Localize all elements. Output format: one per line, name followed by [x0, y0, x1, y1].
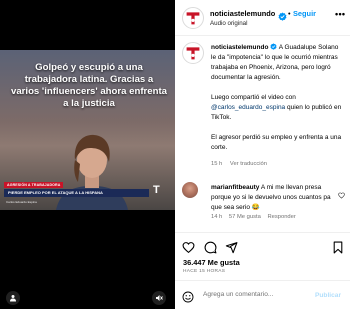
header-separator: •: [288, 9, 291, 18]
caption-time[interactable]: 15 h: [211, 161, 222, 167]
post-caption: noticiastelemundo A Guadalupe Solano le …: [211, 43, 344, 163]
like-heart-icon[interactable]: [182, 241, 195, 259]
caption-text: Luego compartió el video con: [211, 94, 296, 101]
actions-divider: [175, 232, 350, 233]
verified-badge-icon: [278, 8, 287, 26]
person-tag-icon[interactable]: [6, 291, 20, 305]
speaker-muted-icon[interactable]: [152, 291, 166, 305]
reply-button[interactable]: Responder: [267, 214, 295, 220]
likes-count[interactable]: 36.447 Me gusta: [183, 258, 240, 267]
save-bookmark-icon[interactable]: [332, 241, 344, 259]
caption-text: El agresor perdió su empleo y enfrenta a…: [211, 134, 342, 151]
header-divider: [175, 35, 350, 36]
video-headline: Golpeó y escupió a una trabajadora latin…: [11, 62, 167, 109]
comment-likes[interactable]: 57 Me gusta: [229, 214, 261, 220]
video-credit: Carlos Eduardo Espina: [6, 200, 37, 204]
publish-button[interactable]: Publicar: [315, 292, 341, 299]
video-tag-label: AGRESIÓN A TRABAJADORA: [4, 182, 64, 188]
see-translation-button[interactable]: Ver traducción: [230, 161, 267, 167]
caption-username[interactable]: noticiastelemundo: [211, 44, 268, 51]
comment-time[interactable]: 14 h: [211, 214, 222, 220]
follow-button[interactable]: Seguir: [293, 9, 316, 18]
telemundo-avatar[interactable]: [182, 7, 204, 29]
comment-like-heart-icon[interactable]: [338, 186, 345, 204]
telemundo-logo-icon: [186, 12, 200, 25]
post-video[interactable]: Golpeó y escupió a una trabajadora latin…: [0, 0, 175, 309]
comment-bubble-icon[interactable]: [204, 241, 217, 259]
share-send-icon[interactable]: [225, 241, 238, 259]
comment-username[interactable]: marianfitbeauty: [211, 184, 259, 191]
post-date[interactable]: HACE 15 HORAS: [183, 269, 225, 274]
audio-label[interactable]: Audio original: [210, 20, 248, 27]
video-person: [56, 134, 128, 210]
comment-input[interactable]: [203, 291, 313, 298]
telemundo-logo: T: [153, 184, 160, 196]
caption-meta: 15 h Ver traducción: [211, 161, 273, 167]
telemundo-logo-icon: [186, 47, 200, 60]
post-details-panel: noticiastelemundo • Seguir Audio origina…: [175, 0, 350, 309]
emoji-smiley-icon[interactable]: [182, 290, 194, 308]
video-chyron: PIERDE EMPLEO POR EL ATAQUE A LA HISPANA: [4, 189, 149, 197]
composer-divider: [175, 280, 350, 281]
more-options-icon[interactable]: •••: [335, 9, 345, 19]
verified-badge-icon: [270, 43, 277, 50]
commenter-avatar[interactable]: [182, 182, 198, 198]
caption-mention-link[interactable]: @carlos_eduardo_espina: [211, 104, 285, 111]
comment-meta: 14 h 57 Me gusta Responder: [211, 214, 301, 220]
caption-avatar[interactable]: [182, 42, 204, 64]
comment-item: marianfitbeauty A mi me llevan presa por…: [211, 183, 333, 213]
header-username[interactable]: noticiastelemundo: [210, 9, 275, 18]
